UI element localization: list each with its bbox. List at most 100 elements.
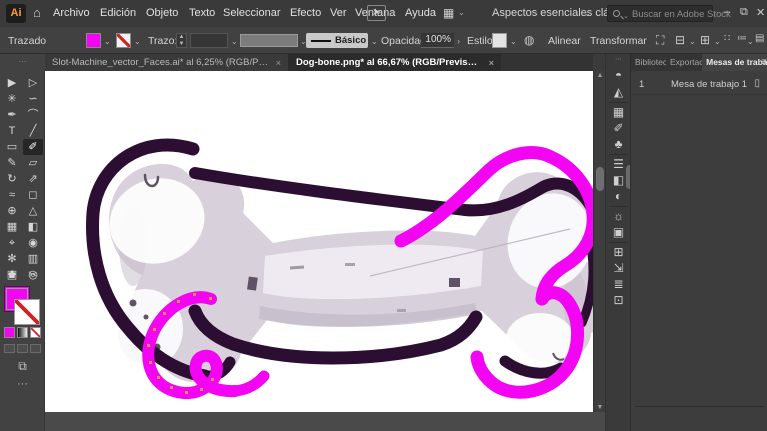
share-screen-icon[interactable]: ➤ [367,5,386,21]
color-guide-panel-icon[interactable]: ◭ [606,85,631,99]
menu-seleccionar[interactable]: Seleccionar [223,7,280,19]
opacity-value[interactable]: 100% [421,33,454,48]
zoom-tool[interactable]: ◎ [23,267,43,283]
mesh-tool[interactable]: ▦ [2,219,22,235]
stroke-width-chevron-icon[interactable]: ⌄ [231,37,238,46]
artboard-name[interactable]: Mesa de trabajo 1 [671,79,747,90]
brush-definition-field[interactable]: Básico [306,33,368,48]
scale-tool[interactable]: ⇗ [23,171,43,187]
artboard-page-icon[interactable]: ▯ [754,78,760,89]
tab-close-icon[interactable]: × [489,58,494,68]
canvas-vertical-scrollbar[interactable]: ▲ ▼ [593,71,605,412]
menu-ver[interactable]: Ver [330,7,347,19]
pencil-tool[interactable]: ✎ [2,155,22,171]
shape-builder-tool[interactable]: ⊕ [2,203,22,219]
isolate-group-icon[interactable]: ⊟ [675,33,685,47]
perspective-grid-tool[interactable]: △ [23,203,43,219]
dock-grip[interactable]: ⋯ [606,55,631,63]
curvature-tool[interactable]: ⌒ [23,107,43,123]
arrange-documents-chevron-icon[interactable]: ⌄ [458,8,465,17]
edit-toolbar-ellipsis[interactable]: ··· [0,378,45,390]
panel-box-icon[interactable]: ▤ [755,33,764,44]
hand-tool[interactable]: ❖ [2,267,22,283]
transparency-panel-icon[interactable]: ◐ [606,189,631,203]
bounding-box-icon[interactable]: ⛶ [656,33,664,48]
menu-efecto[interactable]: Efecto [290,7,321,19]
line-segment-tool[interactable]: ╱ [23,123,43,139]
stroke-color-swatch[interactable] [116,33,131,48]
restore-button[interactable]: ⧉ [740,6,748,19]
tab-dog-bone[interactable]: Dog-bone.png* al 66,67% (RGB/Previsualiz… [289,54,501,71]
preset-list-icon[interactable]: ≔ [737,33,747,44]
search-chevron-icon[interactable]: ⌄ [623,12,629,20]
stroke-width-dropdown[interactable] [190,33,228,48]
arrange-documents-icon[interactable]: ▦ [443,6,454,20]
style-chevron-icon[interactable]: ⌄ [510,37,517,46]
layers-panel-icon[interactable]: ≣ [606,277,631,291]
home-icon[interactable]: ⌂ [33,5,41,20]
brushes-panel-icon[interactable]: ✐ [606,121,631,135]
screen-mode-fullscreen-button[interactable] [30,344,41,353]
menu-texto[interactable]: Texto [189,7,215,19]
menu-objeto[interactable]: Objeto [146,7,178,19]
screen-mode-fullscreen-menu-button[interactable] [17,344,28,353]
eyedropper-tool[interactable]: ⌖ [2,235,22,251]
tab-exportacion[interactable]: Exportac [666,54,702,71]
toolbar-grip[interactable]: ⋯ [0,54,45,71]
none-mode-button[interactable] [30,327,41,338]
artboard-canvas[interactable] [45,71,593,412]
menu-ayuda[interactable]: Ayuda [405,7,436,19]
asset-export-panel-icon[interactable]: ⇲ [606,261,631,275]
width-tool[interactable]: ≈ [2,187,22,203]
screen-mode-normal-button[interactable] [4,344,15,353]
lasso-tool[interactable]: ∽ [23,91,43,107]
symbol-sprayer-tool[interactable]: ✻ [2,251,22,267]
graph-tool[interactable]: ▥ [23,251,43,267]
blend-tool[interactable]: ◉ [23,235,43,251]
document-setup-icon[interactable]: ◍ [524,33,534,47]
close-button[interactable]: ✕ [756,6,765,19]
stroke-width-stepper[interactable]: ▲▼ [176,33,187,48]
tab-bibliotecas[interactable]: Bibliotec [631,54,666,71]
scrollbar-thumb[interactable] [596,167,604,191]
menu-archivo[interactable]: Archivo [53,7,90,19]
type-tool[interactable]: T [2,123,22,139]
selection-tool[interactable]: ▶ [2,75,22,91]
style-swatch[interactable] [492,33,507,48]
pen-tool[interactable]: ✒ [2,107,22,123]
minimize-button[interactable]: – [724,6,730,18]
symbols-panel-icon[interactable]: ♣ [606,137,631,151]
transform-button[interactable]: Transformar [590,35,647,47]
stock-search-box[interactable]: ⌄ Buscar en Adobe Stock [607,5,713,22]
menu-edicion[interactable]: Edición [100,7,136,19]
isolate-chevron-icon[interactable]: ⌄ [689,37,696,46]
appearance-panel-icon[interactable]: ☼ [606,209,631,223]
draw-modes-icon[interactable]: ⧉ [0,359,45,374]
width-profile-dropdown[interactable] [240,34,298,47]
brush-chevron-icon[interactable]: ⌄ [371,37,378,46]
gradient-tool[interactable]: ◧ [23,219,43,235]
recolor-chevron-icon[interactable]: ⌄ [714,37,721,46]
align-button[interactable]: Alinear [548,35,581,47]
artboards-panel-icon[interactable]: ⊞ [606,245,631,259]
arrange-panel-icon[interactable]: ⊡ [606,293,631,307]
workspace-chevron-icon[interactable]: ⌄ [584,9,591,18]
color-mode-button[interactable] [4,327,15,338]
rotate-tool[interactable]: ↻ [2,171,22,187]
dots-grid-icon[interactable]: ∷ [724,33,730,44]
gradient-mode-button[interactable] [17,327,28,338]
panel-menu-icon[interactable]: ≡ [761,57,767,68]
tab-mesas-de-trabajo[interactable]: Mesas de trabajo [702,54,767,71]
recolor-icon[interactable]: ⊞ [700,33,710,47]
paintbrush-tool[interactable]: ✐ [23,139,43,155]
eraser-tool[interactable]: ▱ [23,155,43,171]
preset-chevron-icon[interactable]: ⌄ [747,37,754,46]
tab-slot-machine[interactable]: Slot-Machine_vector_Faces.ai* al 6,25% (… [45,54,289,71]
magic-wand-tool[interactable]: ✳ [2,91,22,107]
color-panel-icon[interactable]: ◓ [606,68,631,82]
free-transform-tool[interactable]: ◻ [23,187,43,203]
stroke-indicator[interactable] [14,299,40,325]
graphic-styles-panel-icon[interactable]: ▣ [606,225,631,239]
rectangle-tool[interactable]: ▭ [2,139,22,155]
fill-chevron-icon[interactable]: ⌄ [104,37,111,46]
